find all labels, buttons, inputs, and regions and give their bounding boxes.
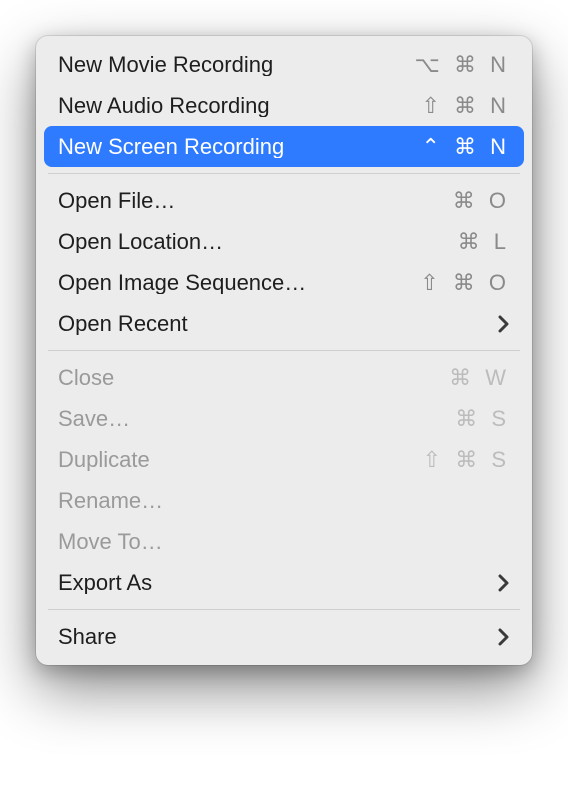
menu-item-move-to: Move To… — [44, 521, 524, 562]
menu-item-label: Open Recent — [58, 313, 188, 335]
menu-item-new-movie-recording[interactable]: New Movie Recording ⌥ ⌘ N — [44, 44, 524, 85]
menu-item-open-recent[interactable]: Open Recent — [44, 303, 524, 344]
menu-item-label: Save… — [58, 408, 130, 430]
menu-item-open-image-sequence[interactable]: Open Image Sequence… ⇧ ⌘ O — [44, 262, 524, 303]
menu-item-open-location[interactable]: Open Location… ⌘ L — [44, 221, 524, 262]
menu-item-shortcut: ⌃ ⌘ N — [421, 136, 510, 158]
menu-item-rename: Rename… — [44, 480, 524, 521]
menu-item-new-audio-recording[interactable]: New Audio Recording ⇧ ⌘ N — [44, 85, 524, 126]
menu-item-label: Close — [58, 367, 114, 389]
chevron-right-icon — [498, 315, 510, 333]
chevron-right-icon — [498, 574, 510, 592]
menu-item-shortcut: ⌘ W — [449, 367, 510, 389]
menu-item-close: Close ⌘ W — [44, 357, 524, 398]
menu-separator — [48, 350, 520, 351]
menu-item-shortcut: ⌘ L — [458, 231, 510, 253]
menu-item-label: Share — [58, 626, 117, 648]
menu-item-share[interactable]: Share — [44, 616, 524, 657]
chevron-right-icon — [498, 628, 510, 646]
menu-item-shortcut: ⇧ ⌘ O — [420, 272, 510, 294]
menu-item-export-as[interactable]: Export As — [44, 562, 524, 603]
menu-item-save: Save… ⌘ S — [44, 398, 524, 439]
menu-item-label: Rename… — [58, 490, 163, 512]
menu-item-label: New Movie Recording — [58, 54, 273, 76]
menu-item-label: Open Image Sequence… — [58, 272, 306, 294]
menu-item-label: Move To… — [58, 531, 163, 553]
menu-item-shortcut: ⇧ ⌘ S — [423, 449, 510, 471]
menu-item-open-file[interactable]: Open File… ⌘ O — [44, 180, 524, 221]
menu-item-shortcut: ⌘ O — [453, 190, 510, 212]
menu-separator — [48, 609, 520, 610]
menu-item-label: New Audio Recording — [58, 95, 270, 117]
menu-item-label: Open File… — [58, 190, 175, 212]
menu-item-duplicate: Duplicate ⇧ ⌘ S — [44, 439, 524, 480]
menu-item-new-screen-recording[interactable]: New Screen Recording ⌃ ⌘ N — [44, 126, 524, 167]
menu-item-label: Duplicate — [58, 449, 150, 471]
menu-item-label: Open Location… — [58, 231, 223, 253]
context-menu[interactable]: New Movie Recording ⌥ ⌘ N New Audio Reco… — [36, 36, 532, 665]
menu-item-shortcut: ⌥ ⌘ N — [415, 54, 510, 76]
menu-item-shortcut: ⌘ S — [455, 408, 510, 430]
menu-separator — [48, 173, 520, 174]
menu-item-label: New Screen Recording — [58, 136, 284, 158]
menu-item-label: Export As — [58, 572, 152, 594]
menu-item-shortcut: ⇧ ⌘ N — [421, 95, 510, 117]
